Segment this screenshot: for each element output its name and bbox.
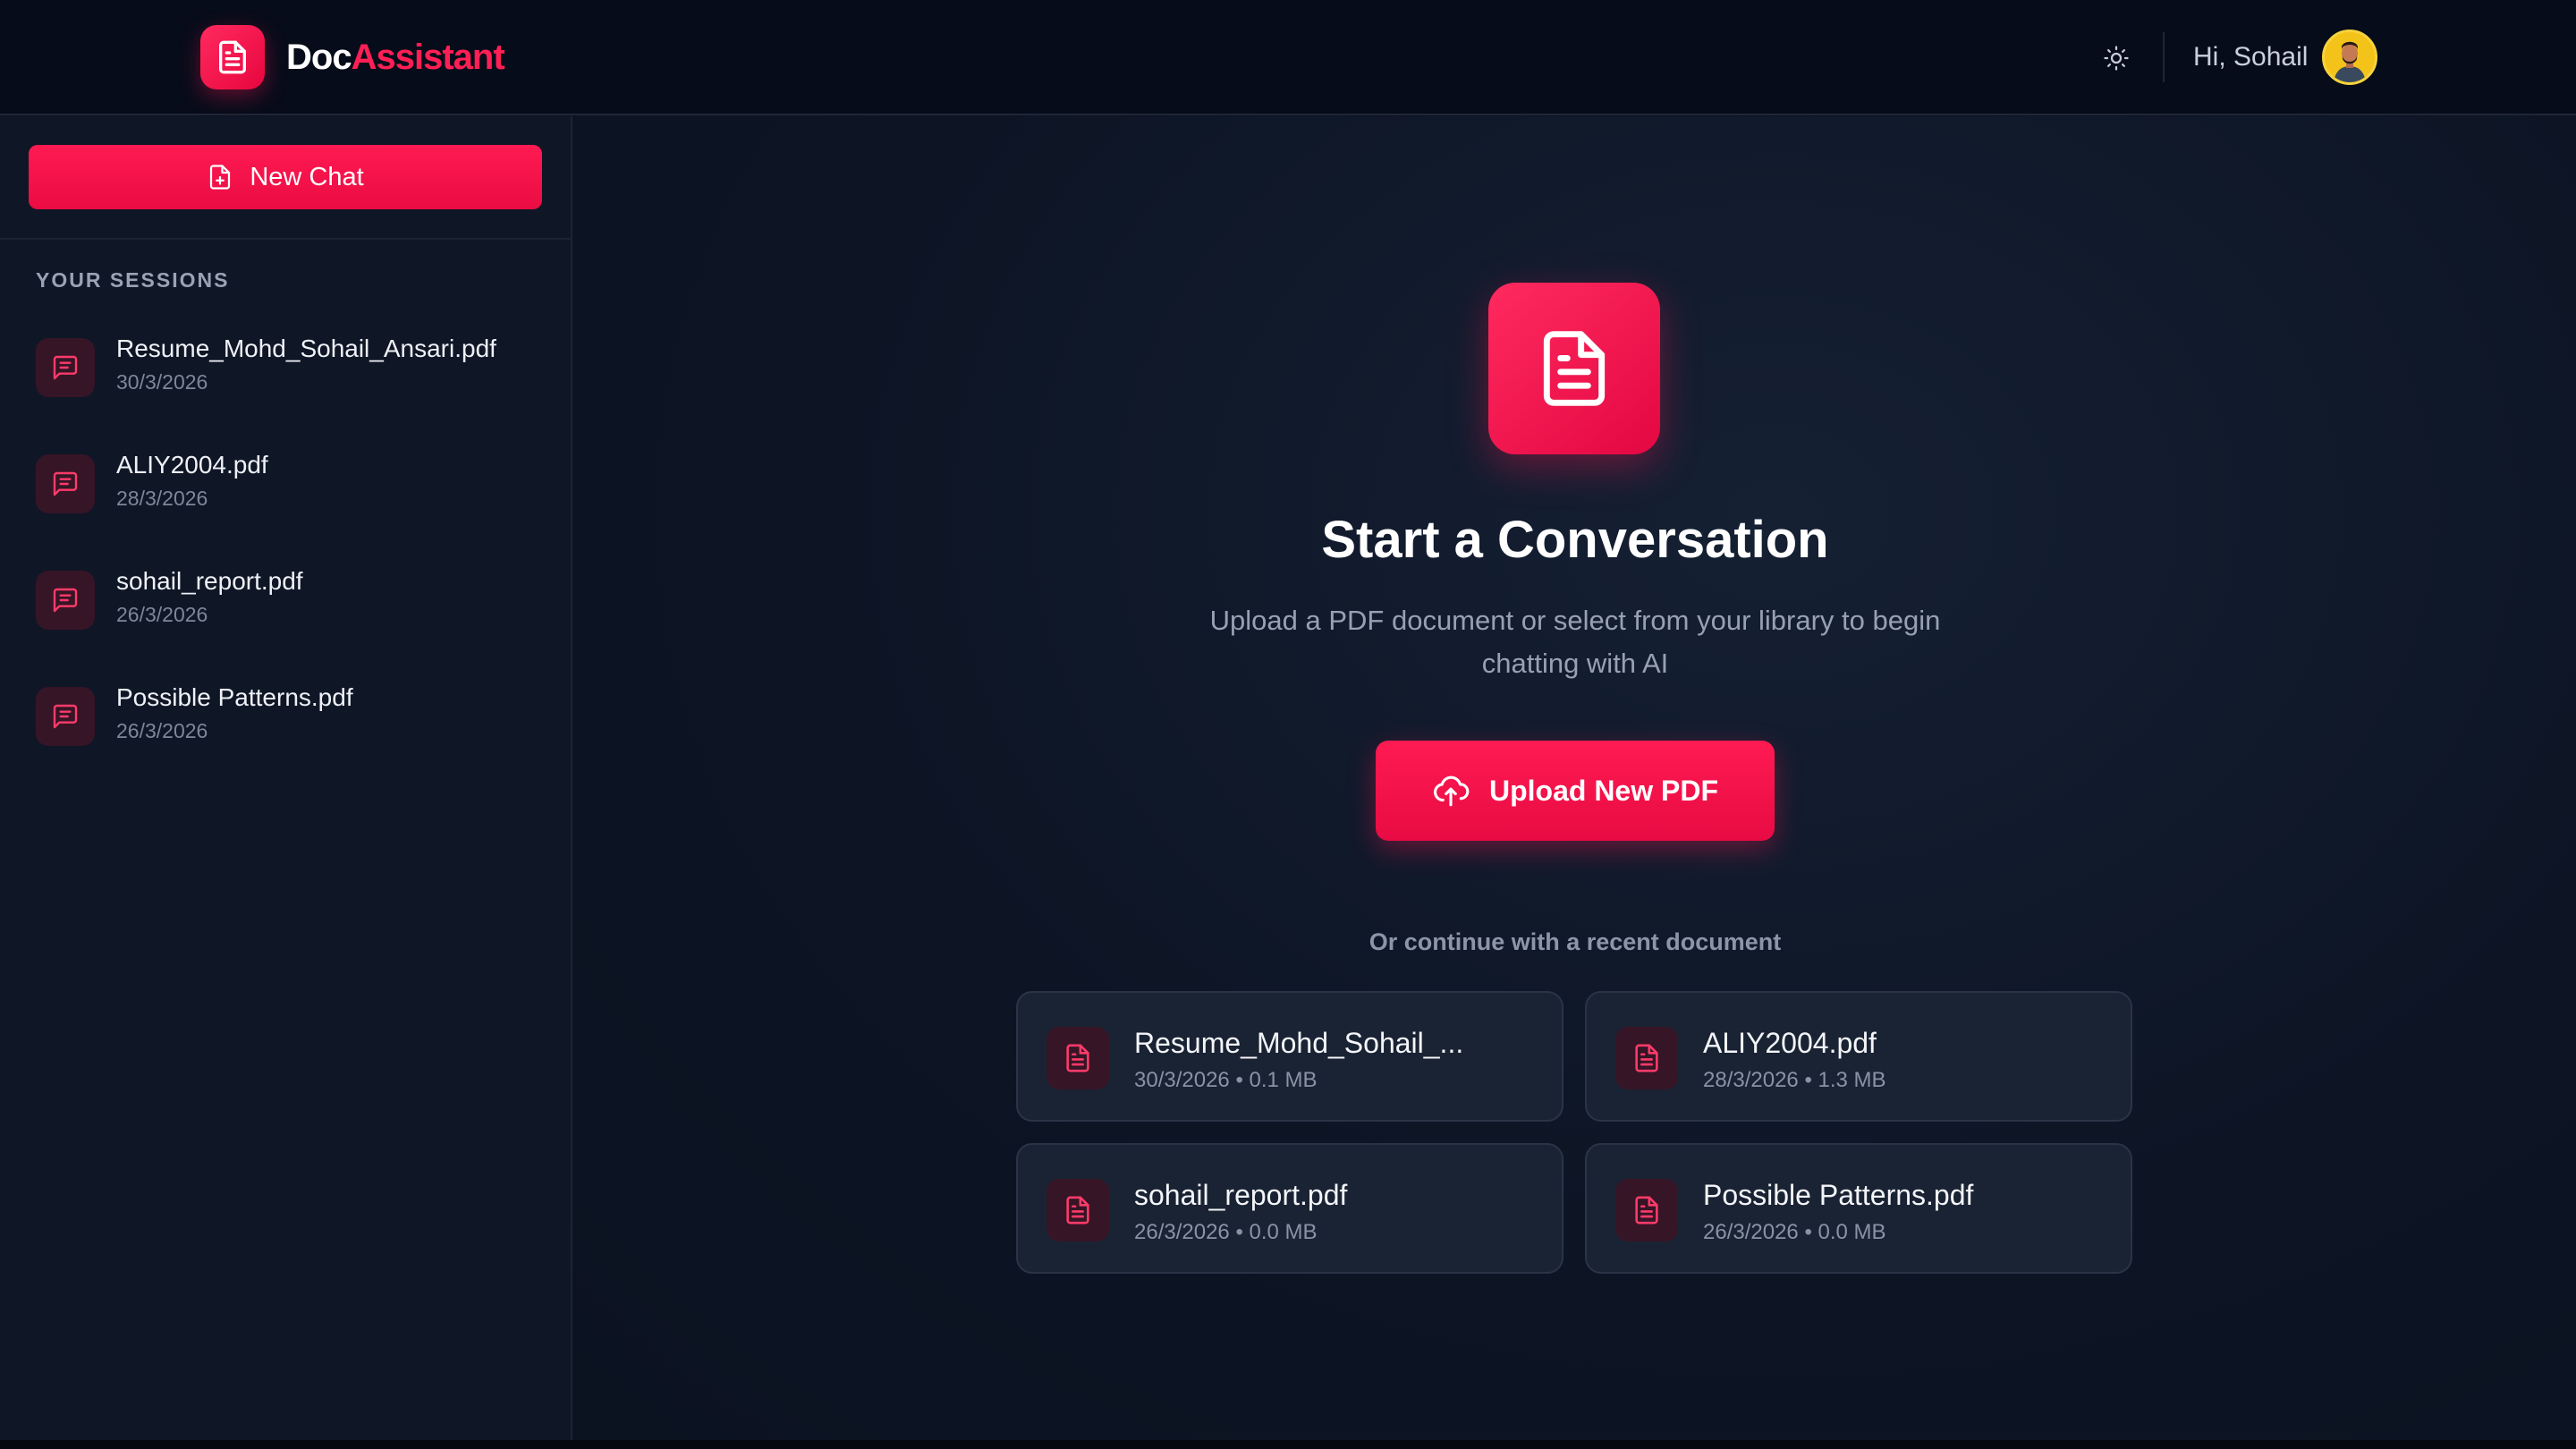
session-date: 30/3/2026 [116, 370, 208, 394]
sidebar-divider [0, 238, 571, 240]
sidebar: New Chat YOUR SESSIONS Resume_Mohd_Sohai… [0, 116, 572, 1449]
logo-document-icon[interactable] [200, 25, 265, 89]
document-icon [1615, 1027, 1678, 1089]
doc-name: ALIY2004.pdf [1703, 1027, 1877, 1059]
message-square-icon [36, 338, 95, 397]
session-name: Resume_Mohd_Sohail_Ansari.pdf [116, 335, 496, 362]
session-date: 26/3/2026 [116, 719, 208, 742]
hero-document-icon [1488, 283, 1660, 454]
message-square-icon [36, 571, 95, 630]
session-name: Possible Patterns.pdf [116, 683, 353, 711]
session-date: 28/3/2026 [116, 487, 208, 510]
top-header: DocAssistant Hi, Sohail [0, 0, 2576, 115]
file-plus-icon [210, 165, 231, 190]
doc-meta: 28/3/2026 • 1.3 MB [1703, 1068, 1886, 1092]
brand-part-doc: Doc [286, 38, 352, 77]
doc-name: sohail_report.pdf [1134, 1179, 1348, 1211]
document-icon [1615, 1179, 1678, 1241]
session-date: 26/3/2026 [116, 603, 208, 626]
message-square-icon [36, 454, 95, 513]
document-icon [1046, 1179, 1109, 1241]
message-square-icon [36, 687, 95, 746]
session-name: sohail_report.pdf [116, 567, 303, 595]
doc-meta: 26/3/2026 • 0.0 MB [1703, 1220, 1886, 1244]
upload-pdf-label: Upload New PDF [1488, 774, 1718, 807]
recent-doc-card[interactable]: ALIY2004.pdf 28/3/2026 • 1.3 MB [1585, 991, 2132, 1122]
cloud-upload-icon [1433, 775, 1470, 807]
new-chat-label: New Chat [250, 162, 364, 191]
sessions-heading: YOUR SESSIONS [36, 268, 230, 292]
page-subtitle: Upload a PDF document or select from you… [1209, 605, 1941, 679]
recent-doc-card[interactable]: Possible Patterns.pdf 26/3/2026 • 0.0 MB [1585, 1143, 2132, 1274]
document-icon [1046, 1027, 1109, 1089]
session-item[interactable]: Possible Patterns.pdf 26/3/2026 [36, 673, 555, 758]
recent-doc-card[interactable]: sohail_report.pdf 26/3/2026 • 0.0 MB [1016, 1143, 1563, 1274]
recent-docs-heading: Or continue with a recent document [1368, 928, 1782, 955]
page-title: Start a Conversation [1321, 511, 1829, 569]
doc-name: Resume_Mohd_Sohail_... [1134, 1027, 1464, 1059]
doc-name: Possible Patterns.pdf [1703, 1179, 1974, 1211]
upload-pdf-button[interactable]: Upload New PDF [1376, 741, 1775, 841]
session-item[interactable]: sohail_report.pdf 26/3/2026 [36, 556, 555, 642]
new-chat-button[interactable]: New Chat [29, 145, 542, 209]
recent-doc-card[interactable]: Resume_Mohd_Sohail_... 30/3/2026 • 0.1 M… [1016, 991, 1563, 1122]
user-greeting: Hi, Sohail [2193, 42, 2309, 72]
theme-toggle-sun-icon[interactable] [2098, 40, 2134, 76]
app-root: DocAssistant Hi, Sohail New Chat YOUR SE… [0, 0, 2576, 1449]
doc-meta: 26/3/2026 • 0.0 MB [1134, 1220, 1318, 1244]
doc-meta: 30/3/2026 • 0.1 MB [1134, 1068, 1318, 1092]
user-avatar[interactable] [2322, 30, 2377, 85]
session-item[interactable]: Resume_Mohd_Sohail_Ansari.pdf 30/3/2026 [36, 324, 555, 410]
header-divider [2163, 32, 2165, 82]
brand-name[interactable]: DocAssistant [286, 34, 505, 80]
session-name: ALIY2004.pdf [116, 451, 268, 479]
session-item[interactable]: ALIY2004.pdf 28/3/2026 [36, 440, 555, 526]
bottom-edge [0, 1440, 2576, 1449]
brand-part-assistant: Assistant [351, 38, 505, 77]
main-content: Start a Conversation Upload a PDF docume… [574, 116, 2576, 1440]
